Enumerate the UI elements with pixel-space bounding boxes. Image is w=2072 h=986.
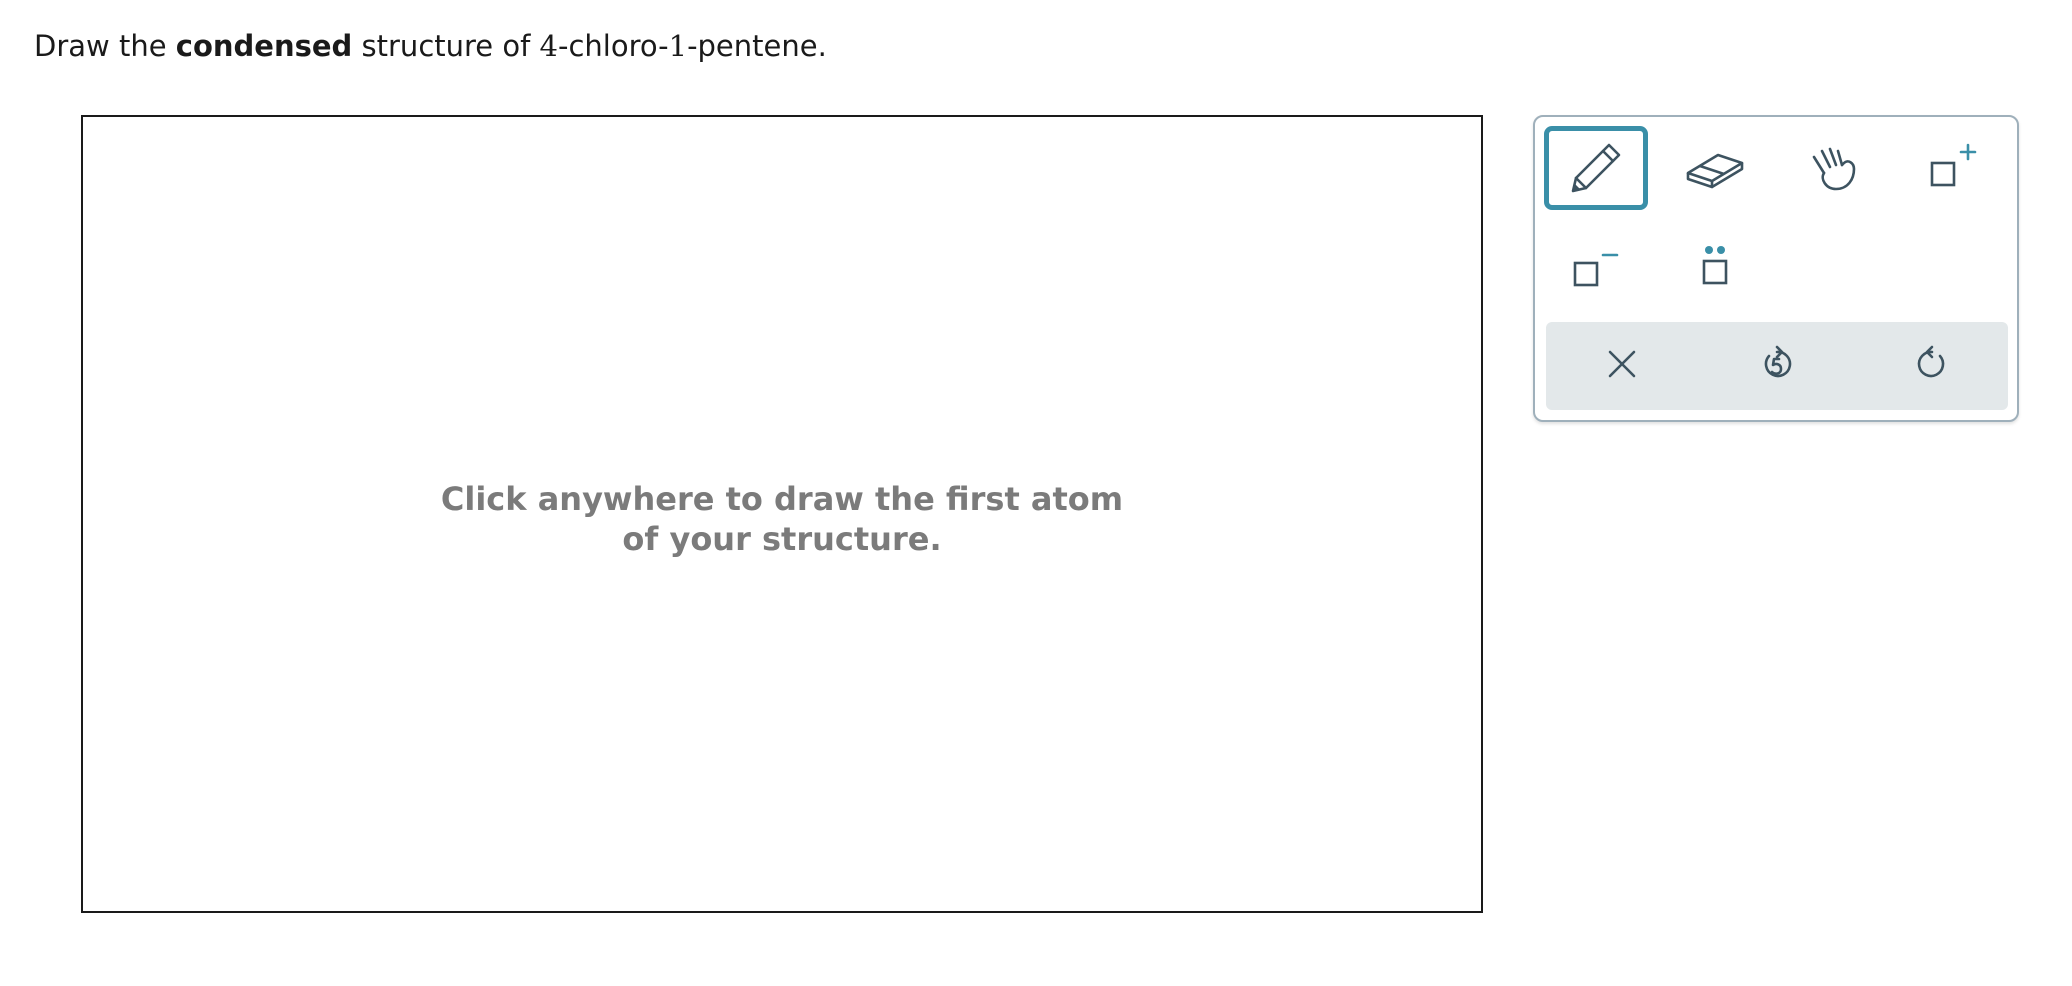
- redo-icon: [1912, 344, 1952, 388]
- canvas-hint: Click anywhere to draw the first atom of…: [83, 479, 1481, 559]
- action-bar: [1546, 322, 2008, 410]
- eraser-tool-button[interactable]: [1663, 126, 1767, 210]
- lone-pair-tool-button[interactable]: [1663, 224, 1767, 308]
- redo-button[interactable]: [1892, 336, 1972, 396]
- compound-name: 4-chloro-1-pentene.: [540, 29, 827, 63]
- hand-tool-button[interactable]: [1781, 126, 1885, 210]
- positive-charge-icon: [1918, 135, 1984, 201]
- close-icon: [1602, 344, 1642, 388]
- drawing-canvas[interactable]: Click anywhere to draw the first atom of…: [81, 115, 1483, 913]
- prompt-prefix: Draw the: [34, 29, 176, 63]
- compound-substituent: -chloro-: [557, 29, 669, 63]
- prompt-middle: structure of: [352, 29, 540, 63]
- compound-locant-1: 4: [539, 29, 558, 63]
- clear-button[interactable]: [1582, 336, 1662, 396]
- hand-icon: [1800, 135, 1866, 201]
- lone-pair-icon: [1682, 233, 1748, 299]
- negative-charge-icon: [1563, 233, 1629, 299]
- undo-icon: [1757, 344, 1797, 388]
- positive-charge-tool-button[interactable]: [1899, 126, 2003, 210]
- negative-charge-tool-button[interactable]: [1544, 224, 1648, 308]
- canvas-hint-line-1: Click anywhere to draw the first atom: [440, 480, 1124, 518]
- pencil-tool-button[interactable]: [1544, 126, 1648, 210]
- undo-button[interactable]: [1737, 336, 1817, 396]
- question-prompt: Draw the condensed structure of 4-chloro…: [34, 26, 827, 66]
- canvas-hint-line-2: of your structure.: [622, 520, 942, 558]
- drawing-toolbox: [1533, 115, 2019, 422]
- prompt-emphasis: condensed: [175, 29, 353, 63]
- compound-locant-2: 1: [668, 29, 688, 63]
- eraser-icon: [1682, 135, 1748, 201]
- compound-parent: -pentene.: [687, 29, 827, 63]
- pencil-icon: [1563, 135, 1629, 201]
